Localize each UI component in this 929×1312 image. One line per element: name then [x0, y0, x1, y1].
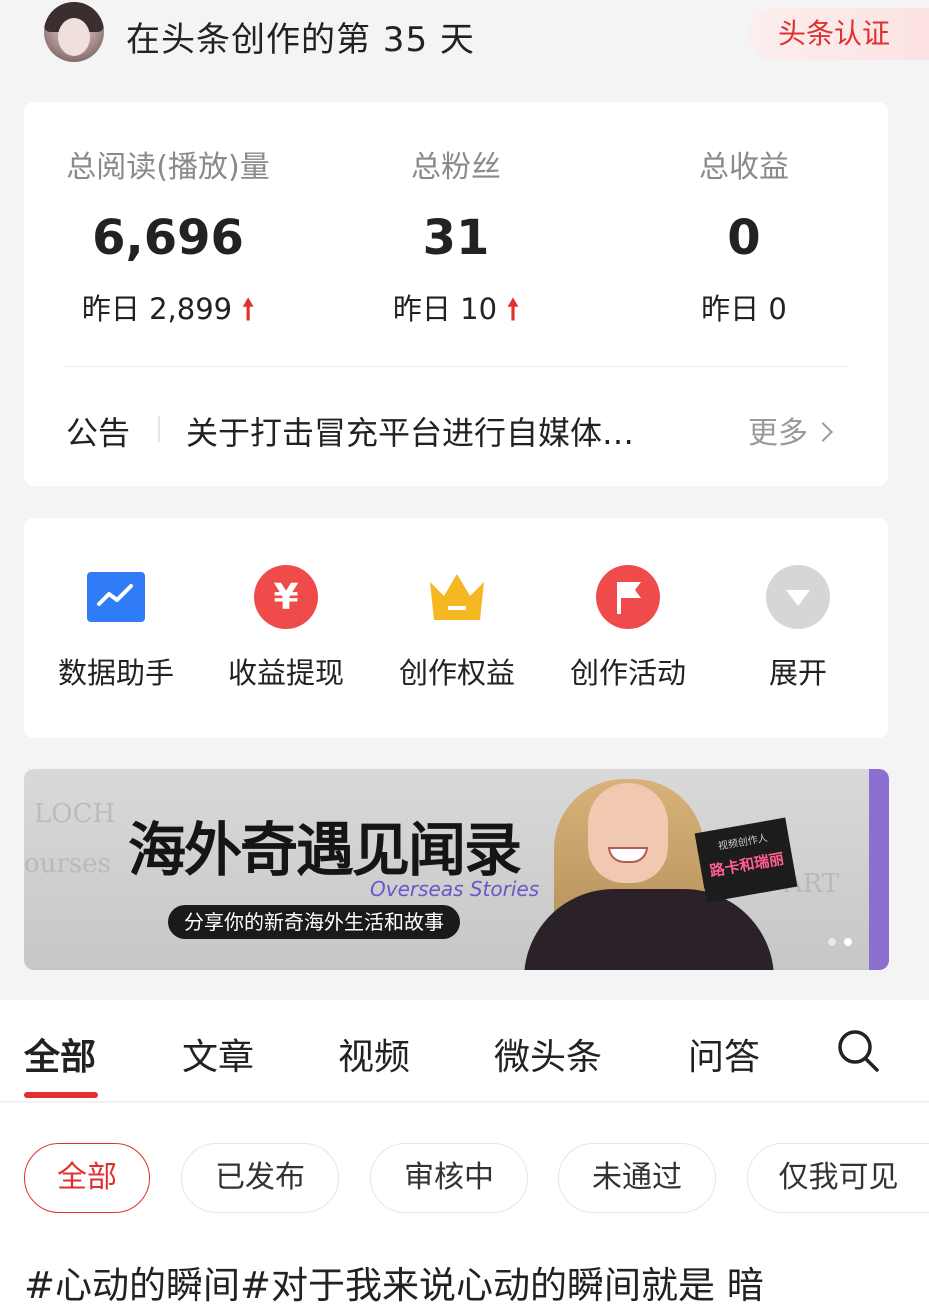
tab-micro-posts[interactable]: 微头条	[494, 1028, 602, 1080]
stat-value: 6,696	[92, 210, 244, 266]
stat-label: 总阅读(播放)量	[66, 150, 270, 185]
chart-icon	[83, 564, 149, 630]
up-arrow-icon: 🠕	[507, 293, 520, 326]
post-preview-text[interactable]: #心动的瞬间#对于我来说心动的瞬间就是 暗	[24, 1255, 764, 1309]
tool-label: 数据助手	[57, 656, 174, 690]
filter-chip-private[interactable]: 仅我可见	[747, 1143, 929, 1213]
filter-chip-reviewing[interactable]: 审核中	[370, 1143, 528, 1213]
notice-label: 公告	[66, 414, 131, 452]
chevron-right-icon	[813, 421, 833, 442]
expand-icon	[765, 564, 831, 630]
notice-more-link[interactable]: 更多	[748, 408, 833, 452]
up-arrow-icon: 🠕	[242, 293, 255, 326]
tool-creator-benefits[interactable]: 创作权益	[371, 564, 543, 692]
creator-tag: 视频创作人 路卡和瑞丽	[694, 817, 798, 903]
tool-creator-activities[interactable]: 创作活动	[542, 564, 714, 692]
stat-label: 总粉丝	[411, 150, 501, 185]
tool-label: 展开	[768, 656, 827, 690]
tools-card: 数据助手 ¥ 收益提现 创作权益 创作活动 展开	[24, 518, 888, 738]
carousel-dot[interactable]	[828, 938, 836, 946]
tab-videos[interactable]: 视频	[338, 1028, 410, 1080]
divider	[64, 366, 848, 367]
more-label: 更多	[748, 416, 808, 451]
tool-label: 创作活动	[569, 656, 686, 690]
stat-value: 31	[422, 210, 490, 266]
banner-title: 海外奇遇见闻录	[128, 816, 522, 884]
filter-chip-published[interactable]: 已发布	[181, 1143, 339, 1213]
stat-value: 0	[727, 210, 761, 266]
filter-chip-all[interactable]: 全部	[24, 1143, 150, 1213]
search-icon[interactable]	[836, 1028, 880, 1074]
tool-expand[interactable]: 展开	[712, 564, 884, 692]
tab-articles[interactable]: 文章	[182, 1028, 254, 1080]
stat-yesterday: 昨日 10	[392, 292, 498, 326]
notice-text-link[interactable]: 关于打击冒充平台进行自媒体…	[186, 408, 696, 454]
promo-banner[interactable]: LOCH ourses ART 海外奇遇见闻录 Overseas Stories…	[24, 769, 889, 970]
tool-income-withdraw[interactable]: ¥ 收益提现	[200, 564, 372, 692]
carousel-dots	[828, 931, 860, 950]
banner-slogan: 分享你的新奇海外生活和故事	[168, 905, 460, 939]
banner-subtitle: Overseas Stories	[370, 877, 540, 901]
tool-label: 创作权益	[398, 656, 515, 690]
carousel-dot-active[interactable]	[844, 938, 852, 946]
tool-label: 收益提现	[227, 656, 344, 690]
tab-all[interactable]: 全部	[24, 1028, 96, 1080]
tab-qa[interactable]: 问答	[688, 1028, 760, 1080]
divider	[158, 416, 160, 442]
tool-data-assistant[interactable]: 数据助手	[30, 564, 202, 692]
stat-yesterday: 昨日 0	[701, 292, 787, 326]
toutiao-certification-button[interactable]: 头条认证	[748, 8, 929, 60]
stats-card: 总阅读(播放)量 6,696 昨日 2,899 🠕 总粉丝 31 昨日 10 🠕 总…	[24, 102, 888, 486]
avatar[interactable]	[44, 2, 104, 62]
yuan-icon: ¥	[253, 564, 319, 630]
top-header: 在头条创作的第 35 天 头条认证	[0, 0, 929, 70]
flag-icon	[595, 564, 661, 630]
creation-days-title: 在头条创作的第 35 天	[126, 20, 475, 60]
content-tabs: 全部 文章 视频 微头条 问答	[0, 1000, 929, 1102]
crown-icon	[424, 564, 490, 630]
svg-text:¥: ¥	[273, 577, 298, 618]
active-tab-indicator	[24, 1092, 98, 1098]
filter-chip-rejected[interactable]: 未通过	[558, 1143, 716, 1213]
stat-yesterday: 昨日 2,899	[81, 292, 233, 326]
filter-area: 全部 已发布 审核中 未通过 仅我可见 #心动的瞬间#对于我来说心动的瞬间就是 …	[0, 1103, 929, 1312]
stat-label: 总收益	[699, 150, 789, 185]
